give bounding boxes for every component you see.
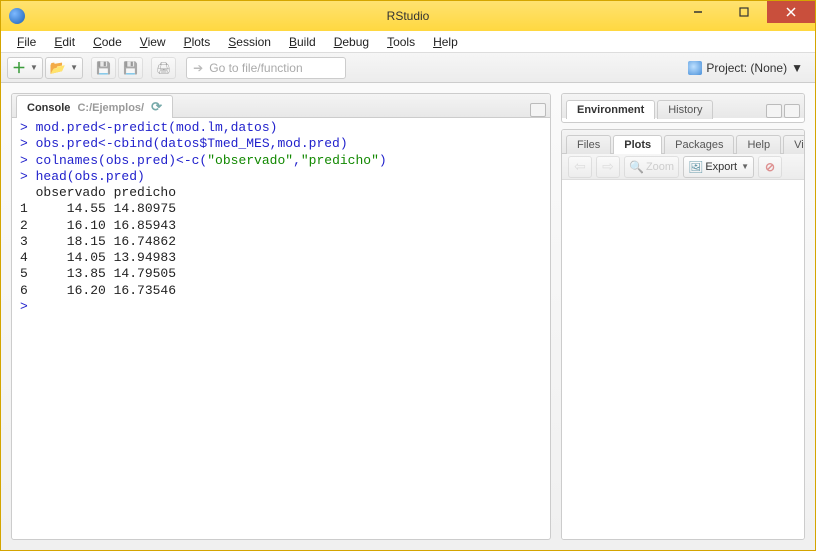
menu-view[interactable]: View (132, 33, 174, 51)
env-history-pane: Environment History (561, 93, 805, 123)
arrow-right-icon: ⇨ (602, 158, 614, 175)
tab-environment[interactable]: Environment (566, 100, 655, 119)
env-tabbar: Environment History (562, 94, 804, 118)
workspace: Console C:/Ejemplos/ ⟳ > mod.pred<-predi… (1, 83, 815, 550)
print-button[interactable]: 🖨 (151, 57, 176, 79)
project-icon (688, 61, 702, 75)
pane-layout-button[interactable] (530, 103, 546, 117)
plots-area (562, 180, 804, 539)
env-layout-button-1[interactable] (766, 104, 782, 118)
project-label: Project: (None) (706, 61, 787, 75)
save-icon: 💾 (96, 61, 111, 75)
menubar: File Edit Code View Plots Session Build … (1, 31, 815, 53)
plots-toolbar: ⇦ ⇨ 🔍Zoom 🖼Export▼ ⊘ (562, 154, 804, 180)
plot-next-button[interactable]: ⇨ (596, 156, 620, 178)
tab-files[interactable]: Files (566, 135, 611, 154)
save-button[interactable]: 💾 (91, 57, 116, 79)
menu-code[interactable]: Code (85, 33, 130, 51)
tab-help[interactable]: Help (736, 135, 781, 154)
new-file-button[interactable]: ＋▼ (7, 57, 43, 79)
tab-packages[interactable]: Packages (664, 135, 734, 154)
console-output[interactable]: > mod.pred<-predict(mod.lm,datos) > obs.… (12, 118, 550, 539)
save-all-icon: 💾 (123, 61, 138, 75)
goto-arrow-icon: ➔ (193, 61, 203, 75)
tab-plots[interactable]: Plots (613, 135, 662, 154)
remove-plot-button[interactable]: ⊘ (758, 156, 782, 178)
plot-prev-button[interactable]: ⇦ (568, 156, 592, 178)
titlebar: RStudio (1, 1, 815, 31)
menu-edit[interactable]: Edit (46, 33, 83, 51)
console-tab-label: Console (27, 102, 70, 114)
tab-history[interactable]: History (657, 100, 713, 119)
print-icon: 🖨 (156, 61, 171, 75)
maximize-button[interactable] (721, 1, 767, 23)
menu-file[interactable]: File (9, 33, 44, 51)
project-menu[interactable]: Project: (None) ▼ (682, 61, 809, 75)
plots-tabbar: Files Plots Packages Help Viewer (562, 130, 804, 154)
zoom-icon: 🔍 (629, 160, 644, 174)
window-buttons (675, 1, 815, 31)
menu-help[interactable]: Help (425, 33, 466, 51)
zoom-button[interactable]: 🔍Zoom (624, 156, 679, 178)
menu-plots[interactable]: Plots (176, 33, 219, 51)
close-button[interactable] (767, 1, 815, 23)
minimize-button[interactable] (675, 1, 721, 23)
plus-icon: ＋ (12, 61, 26, 75)
console-path: C:/Ejemplos/ (77, 102, 144, 114)
export-icon: 🖼 (688, 160, 703, 174)
goto-placeholder: Go to file/function (209, 61, 302, 75)
menu-session[interactable]: Session (220, 33, 279, 51)
tab-console[interactable]: Console C:/Ejemplos/ ⟳ (16, 95, 173, 118)
folder-open-icon: 📂 (50, 60, 66, 76)
open-file-button[interactable]: 📂▼ (45, 57, 83, 79)
app-icon (9, 8, 25, 24)
right-column: Environment History Files Plots Packages… (561, 93, 805, 540)
goto-file-input[interactable]: ➔ Go to file/function (186, 57, 346, 79)
export-button[interactable]: 🖼Export▼ (683, 156, 754, 178)
main-toolbar: ＋▼ 📂▼ 💾 💾 🖨 ➔ Go to file/function Projec… (1, 53, 815, 83)
console-tabbar: Console C:/Ejemplos/ ⟳ (12, 94, 550, 118)
menu-tools[interactable]: Tools (379, 33, 423, 51)
window-title: RStudio (387, 9, 430, 23)
tab-viewer[interactable]: Viewer (783, 135, 805, 154)
menu-debug[interactable]: Debug (326, 33, 377, 51)
env-layout-button-2[interactable] (784, 104, 800, 118)
refresh-icon: ⟳ (151, 99, 162, 114)
arrow-left-icon: ⇦ (574, 158, 586, 175)
delete-icon: ⊘ (765, 160, 775, 174)
menu-build[interactable]: Build (281, 33, 324, 51)
plots-pane: Files Plots Packages Help Viewer ⇦ ⇨ 🔍Zo… (561, 129, 805, 540)
console-pane: Console C:/Ejemplos/ ⟳ > mod.pred<-predi… (11, 93, 551, 540)
save-all-button[interactable]: 💾 (118, 57, 143, 79)
